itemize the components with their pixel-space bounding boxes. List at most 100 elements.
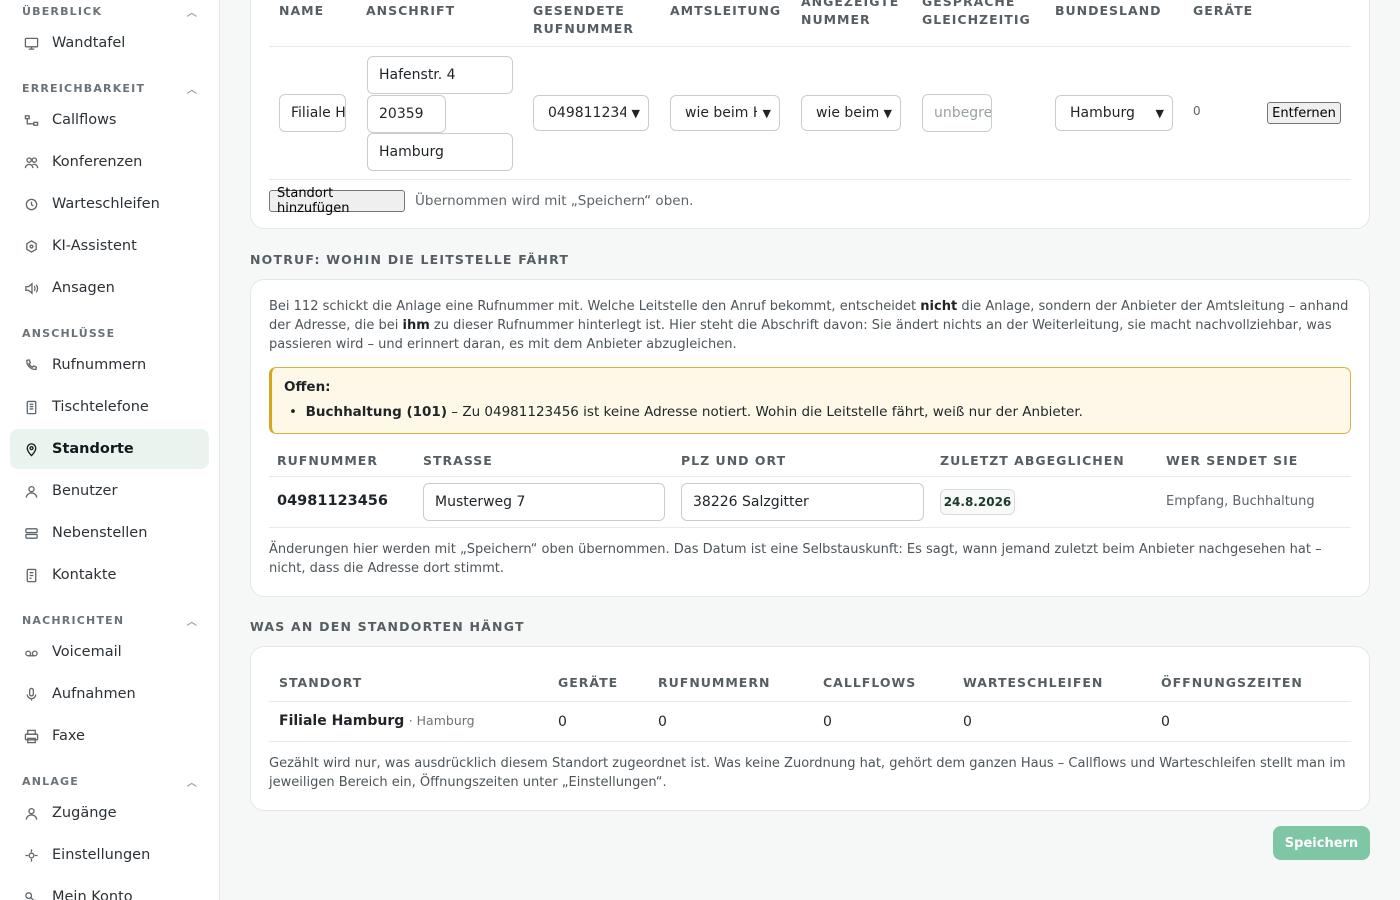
col-header-street: STRASSE bbox=[423, 453, 493, 468]
concurrent-calls-input[interactable]: unbegrenzt bbox=[922, 94, 992, 132]
attached-section-title: WAS AN DEN STANDORTEN HÄNGT bbox=[250, 619, 525, 634]
sidebar-item-mein-konto[interactable]: Mein Konto bbox=[10, 877, 209, 900]
col-header-location: STANDORT bbox=[279, 675, 363, 690]
sidebar-item-nebenstellen[interactable]: Nebenstellen bbox=[10, 513, 209, 553]
sidebar-item-kontakte[interactable]: Kontakte bbox=[10, 555, 209, 595]
col-header-state: BUNDESLAND bbox=[1055, 3, 1162, 18]
col-header-hours: ÖFFNUNGSZEITEN bbox=[1161, 675, 1303, 690]
sidebar-item-wandtafel[interactable]: Wandtafel bbox=[10, 23, 209, 63]
divider bbox=[269, 476, 1351, 477]
sidebar-item-ki-assistent[interactable]: KI-Assistent bbox=[10, 226, 209, 266]
bullet-icon: • bbox=[289, 404, 297, 420]
divider bbox=[269, 527, 1351, 528]
key-icon bbox=[23, 889, 39, 900]
chevron-down-icon: ▼ bbox=[631, 106, 640, 120]
contact-icon bbox=[23, 567, 39, 583]
monitor-icon bbox=[23, 35, 39, 51]
attached-queues-count: 0 bbox=[963, 714, 972, 730]
sidebar-item-faxe[interactable]: Faxe bbox=[10, 716, 209, 756]
sent-number-select[interactable]: 04981123456▼ bbox=[533, 95, 649, 131]
desk-phone-icon bbox=[23, 399, 39, 415]
col-header-name: NAME bbox=[279, 3, 325, 18]
attached-card: STANDORT GERÄTE RUFNUMMERN CALLFLOWS WAR… bbox=[250, 646, 1370, 811]
remove-location-button[interactable]: Entfernen bbox=[1267, 102, 1341, 124]
sidebar-section-anlage[interactable]: ANLAGE ︿ bbox=[22, 774, 198, 789]
col-header-concurrent: GESPRÄCHE GLEICHZEITIG bbox=[922, 0, 1031, 27]
chevron-up-icon: ︿ bbox=[186, 84, 198, 96]
col-header-trunk: AMTSLEITUNG bbox=[670, 3, 782, 18]
sidebar-item-tischtelefone[interactable]: Tischtelefone bbox=[10, 387, 209, 427]
warning-item: • Buchhaltung (101) – Zu 04981123456 ist… bbox=[289, 404, 1083, 420]
user-icon bbox=[23, 805, 39, 821]
shown-number-select[interactable]: wie beim Haus▼ bbox=[801, 95, 901, 131]
divider bbox=[269, 179, 1351, 180]
chevron-down-icon: ▼ bbox=[883, 106, 892, 120]
locations-card: NAME ANSCHRIFT GESENDETE RUFNUMMER AMTSLE… bbox=[250, 0, 1370, 229]
chevron-down-icon: ▼ bbox=[1155, 106, 1164, 120]
sidebar-item-aufnahmen[interactable]: Aufnahmen bbox=[10, 674, 209, 714]
trunk-select[interactable]: wie beim Haus▼ bbox=[670, 95, 780, 131]
users-icon bbox=[23, 154, 39, 170]
sidebar-section-nachrichten[interactable]: NACHRICHTEN ︿ bbox=[22, 613, 198, 628]
col-header-number: RUFNUMMER bbox=[277, 453, 378, 468]
main-content: NAME ANSCHRIFT GESENDETE RUFNUMMER AMTSLE… bbox=[220, 0, 1400, 900]
attached-callflows-count: 0 bbox=[823, 714, 832, 730]
state-select[interactable]: Hamburg ▼ bbox=[1055, 95, 1173, 131]
location-city-input[interactable]: Hamburg bbox=[367, 133, 513, 171]
emergency-zip-city-input[interactable]: 38226 Salzgitter bbox=[681, 483, 924, 521]
voicemail-icon bbox=[23, 644, 39, 660]
attached-hours-count: 0 bbox=[1161, 714, 1170, 730]
col-header-devices: GERÄTE bbox=[1193, 3, 1254, 18]
add-location-button[interactable]: Standort hinzufügen bbox=[269, 186, 405, 216]
last-checked-badge: 24.8.2026 bbox=[940, 489, 1015, 515]
sidebar-item-zugaenge[interactable]: Zugänge bbox=[10, 793, 209, 833]
sidebar-section-anschluesse: ANSCHLÜSSE bbox=[22, 326, 116, 340]
sidebar-item-konferenzen[interactable]: Konferenzen bbox=[10, 142, 209, 182]
sidebar-item-benutzer[interactable]: Benutzer bbox=[10, 471, 209, 511]
col-header-devices: GERÄTE bbox=[558, 675, 619, 690]
user-icon bbox=[23, 483, 39, 499]
chevron-up-icon: ︿ bbox=[186, 7, 198, 19]
divider bbox=[269, 46, 1351, 47]
attached-footnote: Gezählt wird nur, was ausdrücklich diese… bbox=[269, 756, 1346, 790]
sidebar-item-rufnummern[interactable]: Rufnummern bbox=[10, 345, 209, 385]
sidebar-item-einstellungen[interactable]: Einstellungen bbox=[10, 835, 209, 875]
sidebar-item-ansagen[interactable]: Ansagen bbox=[10, 268, 209, 308]
col-header-sent-number: GESENDETE RUFNUMMER bbox=[533, 3, 634, 36]
emergency-street-input[interactable]: Musterweg 7 bbox=[423, 483, 665, 521]
sidebar: ÜBERBLICK ︿ Wandtafel ERREICHBARKEIT ︿ Cal… bbox=[0, 0, 220, 900]
location-pin-icon bbox=[23, 441, 39, 457]
col-header-last-checked: ZULETZT ABGEGLICHEN bbox=[940, 453, 1125, 468]
location-name-input[interactable]: Filiale Hamburg bbox=[279, 94, 346, 132]
emergency-card: Bei 112 schickt die Anlage eine Rufnumme… bbox=[250, 279, 1370, 597]
sidebar-section-erreichbarkeit[interactable]: ERREICHBARKEIT ︿ bbox=[22, 81, 198, 96]
divider bbox=[269, 741, 1351, 742]
emergency-number: 04981123456 bbox=[277, 493, 388, 509]
col-header-queues: WARTESCHLEIFEN bbox=[963, 675, 1104, 690]
speaker-icon bbox=[23, 280, 39, 296]
col-header-address: ANSCHRIFT bbox=[366, 3, 456, 18]
save-button[interactable]: Speichern bbox=[1273, 826, 1370, 860]
sidebar-item-callflows[interactable]: Callflows bbox=[10, 100, 209, 140]
col-header-callflows: CALLFLOWS bbox=[823, 675, 917, 690]
callflow-icon bbox=[23, 112, 39, 128]
col-header-zip-city: PLZ UND ORT bbox=[681, 453, 787, 468]
sidebar-section-ueberblick[interactable]: ÜBERBLICK ︿ bbox=[22, 4, 198, 19]
col-header-numbers: RUFNUMMERN bbox=[658, 675, 771, 690]
location-zip-input[interactable]: 20359 bbox=[367, 95, 446, 133]
add-location-hint: Übernommen wird mit „Speichern“ oben. bbox=[415, 193, 694, 209]
sidebar-item-warteschleifen[interactable]: Warteschleifen bbox=[10, 184, 209, 224]
fax-icon bbox=[23, 728, 39, 744]
sidebar-item-voicemail[interactable]: Voicemail bbox=[10, 632, 209, 672]
open-issues-warning: Offen: • Buchhaltung (101) – Zu 04981123… bbox=[269, 367, 1351, 434]
clock-icon bbox=[23, 196, 39, 212]
settings-icon bbox=[23, 847, 39, 863]
warning-title: Offen: bbox=[284, 379, 331, 395]
ai-icon bbox=[23, 238, 39, 254]
location-street-input[interactable]: Hafenstr. 4 bbox=[367, 56, 513, 94]
attached-numbers-count: 0 bbox=[658, 714, 667, 730]
col-header-shown-number: ANGEZEIGTE NUMMER bbox=[801, 0, 900, 27]
sidebar-item-standorte[interactable]: Standorte bbox=[10, 429, 209, 469]
phone-icon bbox=[23, 357, 39, 373]
emergency-section-title: NOTRUF: WOHIN DIE LEITSTELLE FÄHRT bbox=[250, 252, 570, 267]
